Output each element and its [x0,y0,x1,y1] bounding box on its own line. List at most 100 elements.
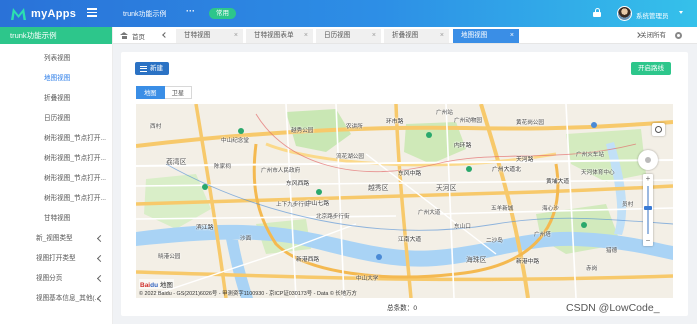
poi-marker[interactable] [591,122,597,128]
poi-marker[interactable] [581,222,587,228]
logo-m-icon [11,7,26,20]
chevron-left-icon [96,274,105,283]
tabs-bar: 首页 甘特视图 × 甘特视图表单 × 日历视图 × 折叠视图 × 地图视图 × 关闭所有 [113,27,697,44]
map-label: 西村 [150,124,162,130]
map-label: 广州市人民政府 [261,168,301,174]
close-icon[interactable]: × [510,29,514,43]
sidebar-item-tree-view-3[interactable]: 树形视图_节点打开... [0,169,112,189]
map-label: 天河体育中心 [581,170,615,176]
map-label: 员村 [622,202,634,208]
map-pan-control[interactable] [638,150,658,170]
road-label: 江南大道 [398,237,422,243]
tab-home[interactable]: 首页 [120,27,145,44]
new-button-label: 新建 [150,65,163,72]
sidebar-group-label: 视图基本信息_其他(... [36,295,101,302]
list-icon [140,65,147,72]
sidebar-group-label: 新_视图类型 [36,235,73,242]
map-label: 广州火车站 [576,152,604,158]
map-label: 广州站 [436,110,453,116]
baidu-logo-red: Bai [140,282,151,289]
app-title[interactable]: trunk功能示例 [123,9,167,19]
poi-marker[interactable] [202,184,208,190]
map-label: 海心沙 [542,206,559,212]
close-icon[interactable]: × [372,29,376,43]
map-canvas[interactable]: 广州站 广州动物园 越秀公园 流花湖公园 中山纪念堂 广州市人民政府 农讲所 北… [136,104,673,298]
map-label-district: 荔湾区 [166,159,187,166]
close-icon[interactable]: × [234,29,238,43]
tabs-scroll-left-icon[interactable] [162,32,168,38]
sidebar-item-fold-view[interactable]: 折叠视图 [0,89,112,109]
sidebar-item-tree-view-1[interactable]: 树形视图_节点打开... [0,129,112,149]
user-name[interactable]: 系统管理员 [636,10,669,20]
poi-marker[interactable] [238,128,244,134]
sidebar-item-list-view[interactable]: 列表视图 [0,49,112,69]
map-locate-button[interactable] [652,123,665,136]
tab-gantt-view[interactable]: 甘特视图 × [176,29,243,43]
sidebar-title[interactable]: trunk功能示例 [0,27,112,44]
map-zoom-control: + − [643,174,653,246]
road-label: 中山七路 [306,201,330,207]
road-label: 滨江路 [196,225,214,231]
road-label: 天河路 [516,157,534,163]
tab-label: 甘特视图 [184,32,211,39]
chevron-left-icon [96,254,105,263]
sidebar-group-pagination[interactable]: 视图分页 [0,269,112,289]
more-apps-button[interactable]: ··· [186,6,195,16]
sidebar-item-map-view[interactable]: 地图视图 [0,69,112,89]
tab-home-label: 首页 [132,33,145,41]
map-label: 五羊新城 [491,206,514,212]
tab-label: 地图视图 [461,32,488,39]
top-header: myApps trunk功能示例 ··· 常用 系统管理员 [0,0,697,27]
lock-icon[interactable] [593,8,601,17]
menu-toggle-icon[interactable] [87,8,97,18]
close-icon[interactable]: × [440,29,444,43]
zoom-out-button[interactable]: − [643,236,653,246]
tab-calendar-view[interactable]: 日历视图 × [316,29,381,43]
map-label: 中山纪念堂 [221,138,249,144]
sidebar-item-tree-view-4[interactable]: 树形视图_节点打开... [0,189,112,209]
map-label: 越秀公园 [291,128,314,134]
zoom-slider[interactable] [647,186,649,234]
sidebar-group-label: 视图打开类型 [36,255,76,262]
close-all-tabs-button[interactable]: 关闭所有 [640,27,666,44]
map-type-map[interactable]: 地图 [136,86,165,99]
map-label: 广州动物园 [454,118,482,124]
zoom-in-button[interactable]: + [643,174,653,184]
poi-marker[interactable] [426,132,432,138]
poi-marker[interactable] [316,189,322,195]
gear-icon[interactable] [675,32,682,39]
road-label: 内环路 [454,143,472,149]
poi-marker[interactable] [466,166,472,172]
avatar[interactable] [617,6,632,21]
tab-gantt-form[interactable]: 甘特视图表单 × [246,29,313,43]
start-route-button[interactable]: 开启路线 [631,62,671,75]
app-logo[interactable]: myApps [10,5,76,22]
sidebar-item-tree-view-2[interactable]: 树形视图_节点打开... [0,149,112,169]
tab-map-view[interactable]: 地图视图 × [453,29,519,43]
map-label: 黄花岗公园 [516,120,544,126]
tab-label: 折叠视图 [392,32,419,39]
sidebar: trunk功能示例 列表视图 地图视图 折叠视图 日历视图 树形视图_节点打开.… [0,27,113,324]
tab-fold-view[interactable]: 折叠视图 × [384,29,449,43]
map-label-district: 海珠区 [466,257,487,264]
map-type-satellite[interactable]: 卫星 [164,86,193,99]
map-type-switch: 地图 卫星 [136,86,193,99]
sidebar-group-view-types[interactable]: 新_视图类型 [0,229,112,249]
road-label: 环市路 [386,119,404,125]
zoom-slider-thumb[interactable] [644,205,652,210]
baidu-logo-suffix: 地图 [159,282,173,289]
poi-marker[interactable] [376,254,382,260]
sidebar-group-basic-info[interactable]: 视图基本信息_其他(... [0,289,112,309]
road-label: 东风中路 [398,171,422,177]
sidebar-group-open-types[interactable]: 视图打开类型 [0,249,112,269]
sidebar-item-calendar-view[interactable]: 日历视图 [0,109,112,129]
chevron-down-icon[interactable] [679,11,683,14]
close-icon[interactable]: × [304,29,308,43]
map-label: 赤岗 [586,266,598,272]
sidebar-item-gantt-view[interactable]: 甘特视图 [0,209,112,229]
map-label: 晓港公园 [158,254,181,260]
new-button[interactable]: 新建 [135,62,169,75]
sidebar-group-label: 视图分页 [36,275,63,282]
map-label: 猎德 [606,248,618,254]
common-badge[interactable]: 常用 [209,8,236,19]
